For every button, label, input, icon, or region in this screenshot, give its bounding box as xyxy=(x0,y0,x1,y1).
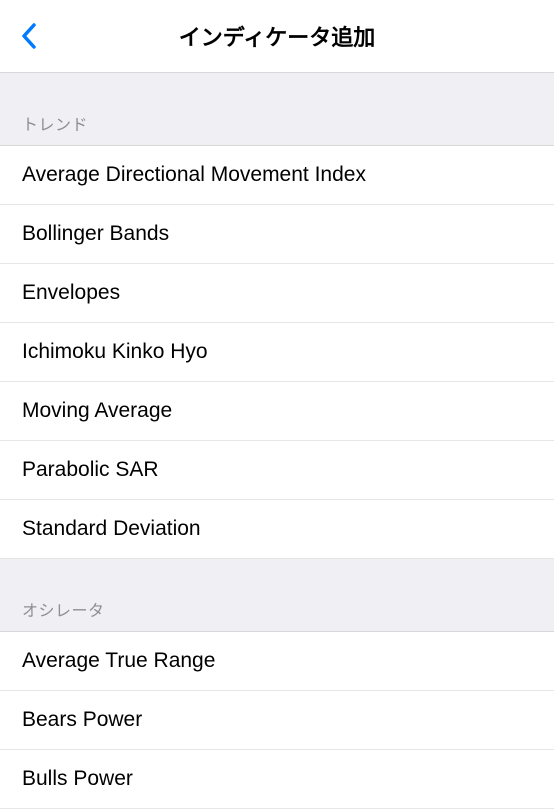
trend-indicator-list: Average Directional Movement Index Bolli… xyxy=(0,146,554,559)
list-item-label: Moving Average xyxy=(22,399,172,422)
section-header-label: オシレータ xyxy=(22,603,105,620)
list-item-label: Average Directional Movement Index xyxy=(22,163,366,186)
list-item-label: Bollinger Bands xyxy=(22,222,169,245)
list-item[interactable]: Envelopes xyxy=(0,264,554,323)
section-header-trend: トレンド xyxy=(0,73,554,146)
list-item-label: Average True Range xyxy=(22,649,215,672)
back-button[interactable] xyxy=(14,21,44,51)
list-item[interactable]: Parabolic SAR xyxy=(0,441,554,500)
list-item-label: Bears Power xyxy=(22,708,142,731)
list-item[interactable]: Moving Average xyxy=(0,382,554,441)
page-title: インディケータ追加 xyxy=(0,20,554,52)
list-item-label: Ichimoku Kinko Hyo xyxy=(22,340,208,363)
list-item-label: Envelopes xyxy=(22,281,120,304)
list-item[interactable]: Bears Power xyxy=(0,691,554,750)
chevron-left-icon xyxy=(21,23,37,49)
navigation-header: インディケータ追加 xyxy=(0,0,554,73)
list-item-label: Parabolic SAR xyxy=(22,458,159,481)
list-item-label: Bulls Power xyxy=(22,767,133,790)
section-header-label: トレンド xyxy=(22,117,88,134)
list-item[interactable]: Standard Deviation xyxy=(0,500,554,559)
list-item[interactable]: Average True Range xyxy=(0,632,554,691)
oscillator-indicator-list: Average True Range Bears Power Bulls Pow… xyxy=(0,632,554,809)
list-item[interactable]: Average Directional Movement Index xyxy=(0,146,554,205)
list-item[interactable]: Ichimoku Kinko Hyo xyxy=(0,323,554,382)
list-item[interactable]: Bollinger Bands xyxy=(0,205,554,264)
list-item-label: Standard Deviation xyxy=(22,517,201,540)
section-header-oscillator: オシレータ xyxy=(0,559,554,632)
